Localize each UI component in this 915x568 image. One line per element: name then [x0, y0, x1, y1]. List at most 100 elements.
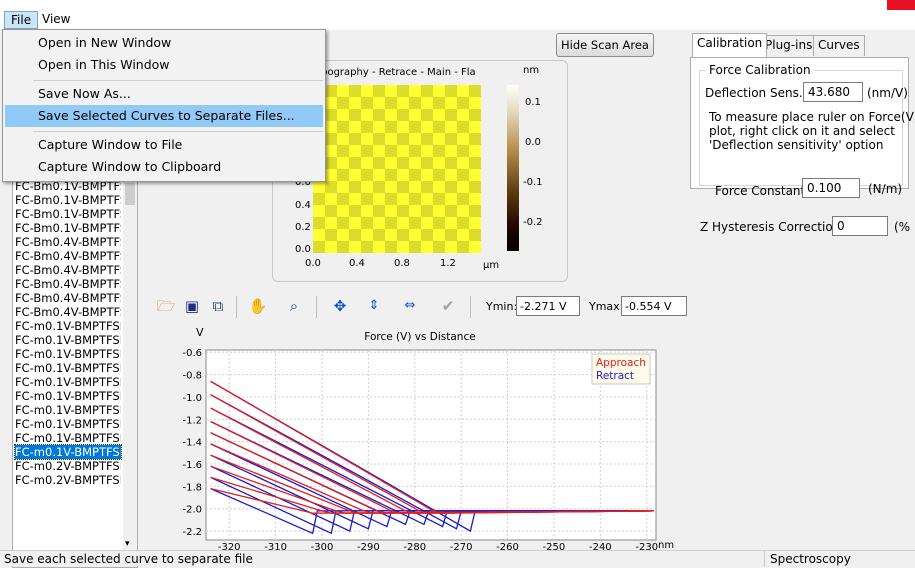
- force-constant-field[interactable]: 0.100: [802, 178, 860, 198]
- x-tick-label: -230: [635, 542, 658, 550]
- status-message: Save each selected curve to separate fil…: [4, 552, 253, 566]
- list-item[interactable]: FC-m0.2V-BMPTFSI: [15, 459, 121, 473]
- list-item[interactable]: FC-Bm0.1V-BMPTFSI: [15, 207, 121, 221]
- copy-icon[interactable]: ⧉: [208, 296, 228, 316]
- file-list[interactable]: FC-m0.2V-BMPTFSI FC-m0.2V-BMPTFSI FC-m0.1V…: [12, 176, 138, 568]
- colorbar-unit: nm: [523, 65, 540, 76]
- x-tick-label: -240: [589, 542, 612, 550]
- menu-file[interactable]: File: [4, 11, 39, 29]
- menu-item-open-new-window[interactable]: Open in New Window: [5, 32, 323, 54]
- z-hysteresis-field[interactable]: 0: [832, 216, 888, 236]
- right-panel: Calibration Plug-ins Curves Force Calibr…: [688, 30, 915, 550]
- y-tick-label: -0.8: [182, 371, 202, 382]
- open-icon[interactable]: 🗁: [156, 296, 176, 316]
- list-item[interactable]: FC-m0.1V-BMPTFSI: [15, 403, 121, 417]
- z-hysteresis-unit: (%: [894, 220, 911, 234]
- menu-item-open-this-window[interactable]: Open in This Window: [5, 54, 323, 76]
- tab-curves[interactable]: Curves: [813, 35, 865, 56]
- menu-item-capture-to-clipboard[interactable]: Capture Window to Clipboard: [5, 156, 323, 178]
- scroll-down-icon[interactable]: ▾: [125, 539, 130, 549]
- list-item[interactable]: FC-Bm0.1V-BMPTFSI: [15, 221, 121, 235]
- list-item[interactable]: FC-Bm0.4V-BMPTFSI: [15, 263, 121, 277]
- zoom-icon[interactable]: ⌕: [284, 296, 304, 316]
- list-item[interactable]: FC-m0.1V-BMPTFSI: [15, 417, 121, 431]
- close-window-button[interactable]: [887, 0, 915, 10]
- tab-plug-ins[interactable]: Plug-ins: [760, 35, 818, 56]
- list-item[interactable]: FC-m0.1V-BMPTFSI: [15, 319, 121, 333]
- status-divider: [764, 551, 765, 567]
- ymax-label: Ymax:: [589, 300, 624, 313]
- list-item[interactable]: FC-Bm0.4V-BMPTFSI: [15, 305, 121, 319]
- x-tick-label: -320: [218, 542, 241, 550]
- x-tick-label: -300: [311, 542, 334, 550]
- scale-x-icon[interactable]: ⇔: [400, 296, 420, 316]
- chart-toolbar: 🗁 ▣ ⧉ ✋ ⌕ ✥ ⇕ ⇔ ✔ Ymin: Ymax:: [152, 292, 688, 322]
- scale-y-icon[interactable]: ⇕: [364, 296, 384, 316]
- legend-approach: Approach: [596, 357, 646, 369]
- menu-item-save-now-as[interactable]: Save Now As...: [5, 83, 323, 105]
- scrollbar-thumb[interactable]: [125, 183, 135, 205]
- force-constant-unit: (N/m): [868, 182, 903, 196]
- y-tick-label: -1.6: [182, 460, 202, 471]
- list-item[interactable]: FC-m0.1V-BMPTFSI: [15, 347, 121, 361]
- force-distance-chart[interactable]: -320 -310 -300 -290 -280 -270 -260 -250 -240 -230…: [152, 324, 688, 553]
- list-vertical-scrollbar[interactable]: ▾: [123, 177, 137, 551]
- x-tick-label: -310: [264, 542, 287, 550]
- x-axis-label: nm: [658, 540, 674, 550]
- instructions-text: To measure place ruler on Force(V): [709, 110, 915, 124]
- title-bar: [0, 0, 915, 10]
- toolbar-separator: [236, 296, 237, 318]
- y-axis-label: V: [196, 326, 204, 339]
- deflection-sens-field[interactable]: 43.680: [803, 82, 863, 102]
- list-item[interactable]: FC-m0.1V-BMPTFSI: [15, 375, 121, 389]
- instructions-text: 'Deflection sensitivity' option: [709, 138, 884, 152]
- deflection-unit-label: (nm/V): [867, 86, 908, 100]
- image-x-tick: 0.4: [349, 258, 365, 269]
- colorbar: [507, 85, 519, 251]
- ymin-input[interactable]: [516, 296, 580, 316]
- toolbar-separator: [470, 296, 471, 318]
- fit-icon[interactable]: ✥: [330, 296, 350, 316]
- list-item[interactable]: FC-Bm0.4V-BMPTFSI: [15, 277, 121, 291]
- menu-item-capture-to-file[interactable]: Capture Window to File: [5, 134, 323, 156]
- colorbar-tick: -0.2: [523, 217, 543, 228]
- list-item[interactable]: FC-m0.1V-BMPTFSI: [15, 333, 121, 347]
- list-item[interactable]: FC-Bm0.4V-BMPTFSI: [15, 249, 121, 263]
- menu-item-save-selected-curves[interactable]: Save Selected Curves to Separate Files..…: [5, 105, 323, 127]
- list-item[interactable]: FC-m0.2V-BMPTFSI: [15, 473, 121, 487]
- chart-title: Force (V) vs Distance: [364, 331, 475, 343]
- hide-scan-area-button[interactable]: Hide Scan Area: [556, 33, 654, 57]
- menu-view[interactable]: View: [36, 11, 76, 29]
- ymin-label: Ymin:: [486, 300, 518, 313]
- save-icon[interactable]: ▣: [182, 296, 202, 316]
- y-tick-label: -0.6: [182, 348, 202, 359]
- chart-svg: -320 -310 -300 -290 -280 -270 -260 -250 -240 -230…: [182, 326, 674, 553]
- y-tick-label: -1.4: [182, 438, 202, 449]
- legend-retract: Retract: [596, 370, 634, 382]
- colorbar-tick: 0.1: [525, 97, 541, 108]
- pan-hand-icon[interactable]: ✋: [248, 296, 268, 316]
- image-y-tick: 0.0: [295, 244, 311, 255]
- list-item[interactable]: FC-Bm0.4V-BMPTFSI: [15, 235, 121, 249]
- list-item[interactable]: FC-m0.1V-BMPTFSI: [15, 361, 121, 375]
- force-constant-label: Force Constant: [715, 184, 806, 198]
- menu-bar: File View: [0, 10, 915, 30]
- tab-calibration[interactable]: Calibration: [692, 33, 768, 57]
- image-x-tick: 0.8: [394, 258, 410, 269]
- image-y-tick: 0.2: [295, 222, 311, 233]
- list-item[interactable]: FC-m0.1V-BMPTFSI: [14, 444, 122, 460]
- list-item[interactable]: FC-m0.1V-BMPTFSI: [15, 431, 121, 445]
- image-title: opography - Retrace - Main - Fla: [315, 67, 476, 78]
- ymax-input[interactable]: [621, 296, 687, 316]
- instructions-text: plot, right click on it and select: [709, 124, 895, 138]
- menu-separator: [33, 131, 323, 132]
- file-menu-dropdown: Open in New Window Open in This Window S…: [2, 29, 326, 182]
- x-tick-label: -280: [403, 542, 426, 550]
- list-item[interactable]: FC-Bm0.1V-BMPTFSI: [15, 193, 121, 207]
- list-item[interactable]: FC-Bm0.4V-BMPTFSI: [15, 291, 121, 305]
- list-item[interactable]: FC-m0.1V-BMPTFSI: [15, 389, 121, 403]
- check-icon[interactable]: ✔: [438, 296, 458, 316]
- topography-image[interactable]: [313, 85, 481, 253]
- toolbar-separator: [316, 296, 317, 318]
- colorbar-tick: 0.0: [525, 137, 541, 148]
